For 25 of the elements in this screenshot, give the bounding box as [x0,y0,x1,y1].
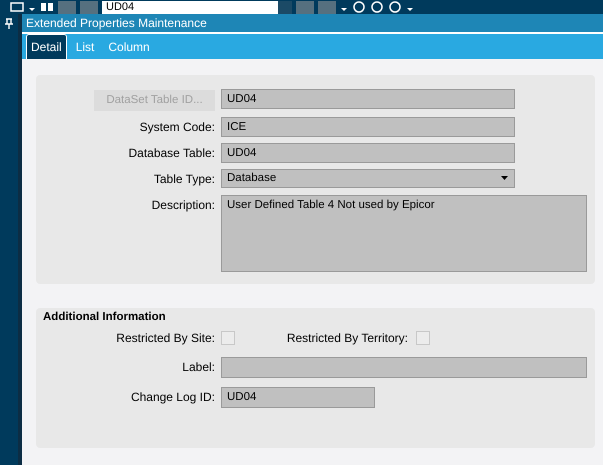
circle-icon[interactable] [388,1,402,13]
record-field[interactable]: UD04 [102,0,292,14]
field-label: Table Type: [154,172,215,186]
section-title: Additional Information [42,310,167,322]
field-label: Description: [152,198,215,212]
input-field[interactable] [221,356,587,378]
table-type-dropdown[interactable]: Database [221,168,515,188]
field-label: Label: [182,360,215,374]
input-field[interactable]: UD04 [221,142,515,162]
field-label: Change Log ID: [130,390,215,404]
pin-icon[interactable] [4,18,14,30]
field-label: System Code: [140,120,215,134]
caret-icon [501,176,508,180]
field-label: Database Table: [128,146,215,160]
description-field[interactable]: User Defined Table 4 Not used by Epicor [221,194,587,272]
circle-icon[interactable] [352,1,366,13]
checkbox[interactable] [221,330,235,344]
tab[interactable]: Detail [26,34,67,59]
circle-icon[interactable] [370,1,384,13]
checkbox-label: Restricted By Territory: [286,330,408,344]
window-title: Extended Properties Maintenance [26,16,207,30]
input-field[interactable]: ICE [221,116,515,136]
checkbox[interactable] [416,330,430,344]
checkbox-label: Restricted By Site: [116,330,215,344]
input-field[interactable]: UD04 [221,386,375,408]
